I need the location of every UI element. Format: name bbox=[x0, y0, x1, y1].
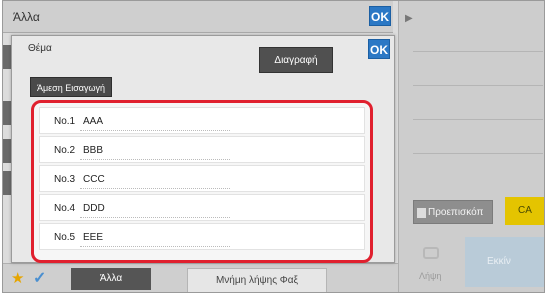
delete-button[interactable]: Διαγραφή bbox=[259, 47, 333, 73]
preview-label: Προεπισκόπ bbox=[428, 207, 484, 218]
list-item[interactable]: No.5 EEE bbox=[39, 223, 365, 250]
star-icon[interactable]: ★ bbox=[11, 269, 24, 287]
item-name: BBB bbox=[83, 145, 104, 156]
check-icon[interactable]: ✓ bbox=[33, 268, 46, 288]
divider bbox=[413, 85, 543, 86]
divider bbox=[413, 153, 543, 154]
list-item[interactable]: No.1 AAA bbox=[39, 107, 365, 134]
dialog-title: Θέμα bbox=[28, 43, 52, 54]
list-item[interactable]: No.3 CCC bbox=[39, 165, 365, 192]
list-item[interactable]: No.4 DDD bbox=[39, 194, 365, 221]
row-underline bbox=[80, 246, 230, 247]
expand-arrow-icon[interactable]: ▶ bbox=[405, 13, 413, 24]
item-number: No.4 bbox=[54, 203, 76, 214]
row-underline bbox=[80, 217, 230, 218]
left-strip bbox=[3, 139, 11, 163]
start-button[interactable]: Εκκίν bbox=[465, 237, 544, 287]
subject-dialog: Θέμα OK Διαγραφή Άμεση Εισαγωγή No.1 AAA… bbox=[11, 35, 395, 263]
item-name: DDD bbox=[83, 203, 105, 214]
preview-button[interactable]: Προεπισκόπ bbox=[413, 200, 493, 224]
item-number: No.1 bbox=[54, 116, 76, 127]
left-strip bbox=[3, 101, 11, 125]
item-number: No.2 bbox=[54, 145, 76, 156]
dialog-ok-button[interactable]: OK bbox=[368, 39, 390, 59]
direct-entry-button[interactable]: Άμεση Εισαγωγή bbox=[30, 77, 112, 97]
left-strip bbox=[3, 45, 11, 69]
item-name: AAA bbox=[83, 116, 104, 127]
ca-button[interactable]: CA bbox=[505, 197, 544, 225]
item-number: No.3 bbox=[54, 174, 76, 185]
screen: Άλλα OK ▶ Προεπισκόπ CA Λήψη Εκκίν ⇞ ⇟ ★… bbox=[2, 0, 545, 293]
fax-memory-tab[interactable]: Μνήμη λήψης Φαξ bbox=[187, 268, 327, 292]
divider bbox=[413, 119, 543, 120]
preview-icon bbox=[417, 208, 426, 218]
subject-list: No.1 AAA No.2 BBB No.3 CCC No.4 DDD No.5 bbox=[31, 100, 373, 263]
receive-button[interactable]: Λήψη bbox=[419, 271, 441, 281]
item-name: EEE bbox=[83, 232, 104, 243]
left-strip bbox=[3, 171, 11, 195]
item-name: CCC bbox=[83, 174, 105, 185]
other-button[interactable]: Άλλα bbox=[71, 268, 151, 290]
row-underline bbox=[80, 188, 230, 189]
title-ok-button[interactable]: OK bbox=[369, 6, 391, 26]
window-title: Άλλα bbox=[13, 10, 40, 24]
right-panel: ▶ Προεπισκόπ CA Λήψη Εκκίν bbox=[398, 1, 544, 292]
row-underline bbox=[80, 130, 230, 131]
title-bar: Άλλα OK bbox=[3, 1, 393, 33]
receive-icon bbox=[423, 247, 439, 259]
item-number: No.5 bbox=[54, 232, 76, 243]
list-item[interactable]: No.2 BBB bbox=[39, 136, 365, 163]
row-underline bbox=[80, 159, 230, 160]
divider bbox=[413, 51, 543, 52]
bottom-bar: ★ ✓ Άλλα Μνήμη λήψης Φαξ bbox=[3, 263, 398, 292]
